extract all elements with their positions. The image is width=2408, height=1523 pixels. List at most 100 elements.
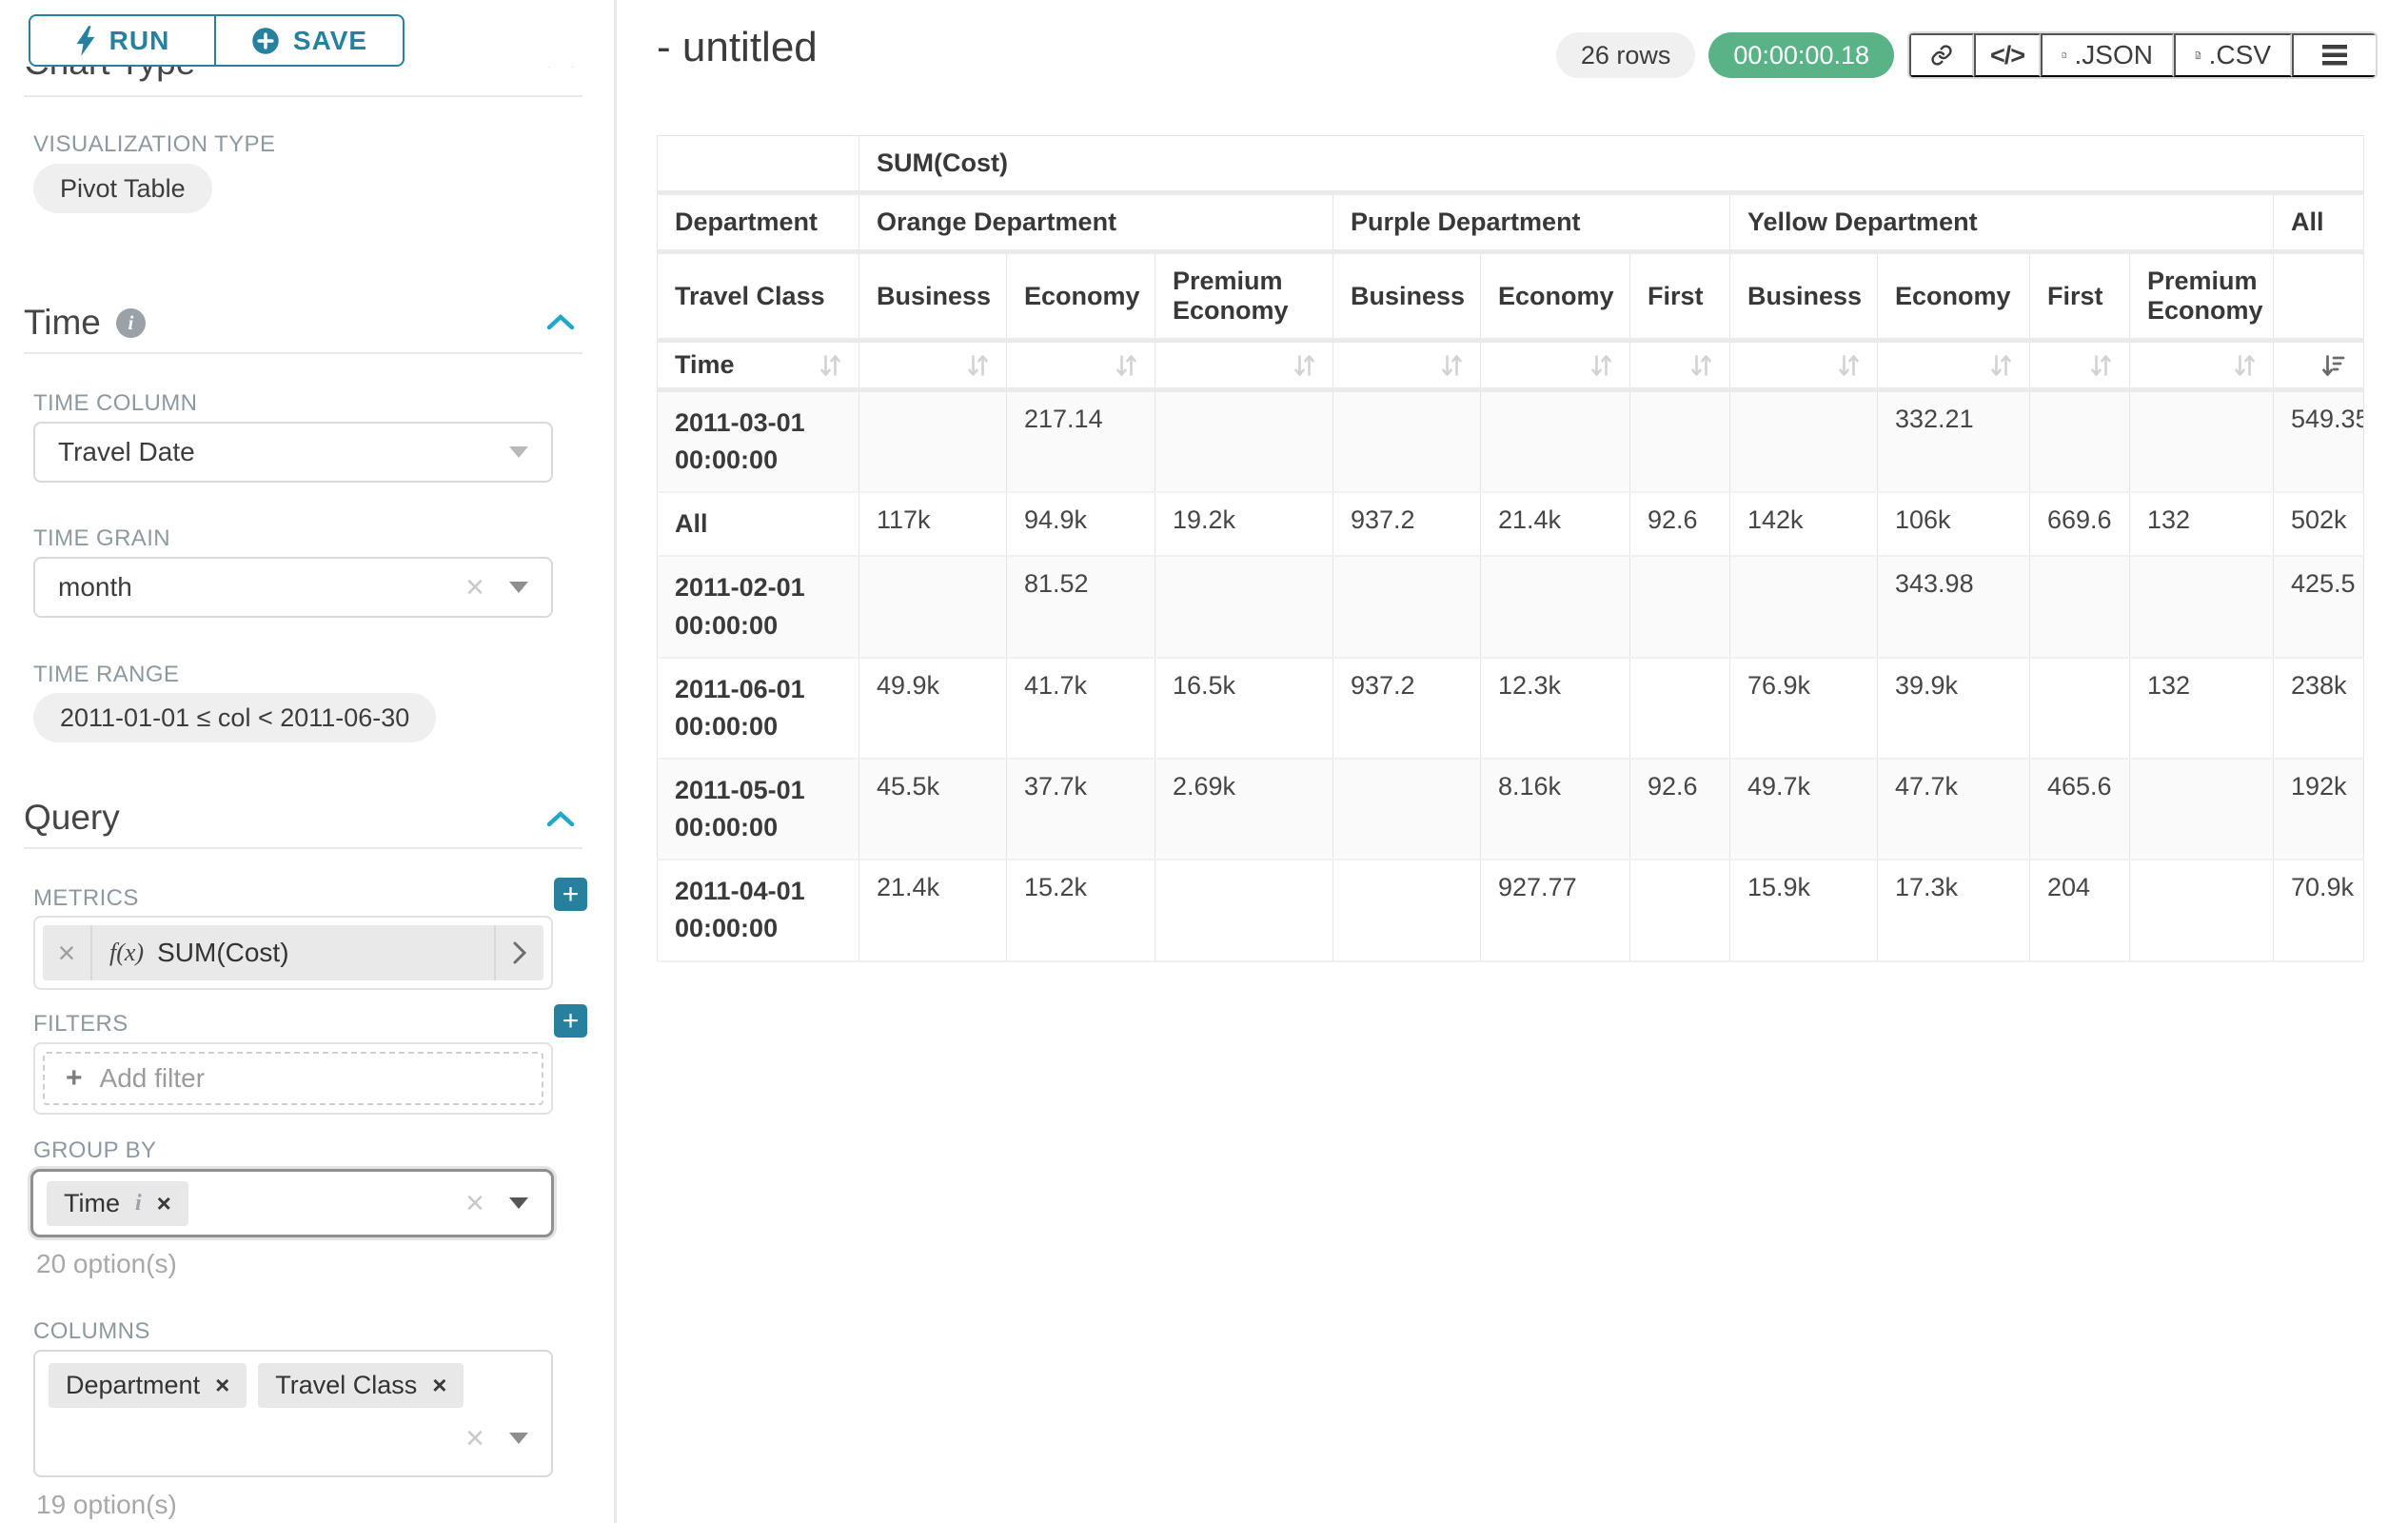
- pivot-cell: 12.3k: [1481, 658, 1630, 759]
- pivot-cell: [1630, 556, 1730, 657]
- info-icon: i: [135, 1191, 142, 1216]
- caret-down-icon: [509, 1197, 528, 1209]
- remove-icon[interactable]: ×: [43, 925, 92, 980]
- sort-icon[interactable]: [1115, 352, 1137, 379]
- view-query-button[interactable]: </>: [1974, 33, 2041, 77]
- visualization-type-value[interactable]: Pivot Table: [33, 164, 212, 213]
- menu-icon: [2320, 43, 2349, 68]
- save-button[interactable]: SAVE: [215, 14, 405, 67]
- add-metric-button[interactable]: +: [554, 878, 587, 911]
- pivot-cell: 549.35: [2274, 390, 2364, 493]
- chevron-up-icon[interactable]: [545, 312, 576, 331]
- export-csv-button[interactable]: .CSV: [2174, 33, 2292, 77]
- pivot-cell: 92.6: [1630, 492, 1730, 556]
- link-icon: [1930, 40, 1953, 70]
- pivot-table: SUM(Cost)DepartmentOrange DepartmentPurp…: [657, 135, 2364, 962]
- table-row: 2011-04-0100:00:0021.4k15.2k927.7715.9k1…: [658, 860, 2364, 960]
- sort-desc-icon[interactable]: [2321, 352, 2346, 379]
- remove-icon[interactable]: ×: [432, 1371, 446, 1400]
- pivot-cell: [1630, 860, 1730, 960]
- run-button[interactable]: RUN: [29, 14, 215, 67]
- row-label: 2011-04-0100:00:00: [658, 860, 859, 960]
- remove-icon[interactable]: ×: [157, 1189, 171, 1218]
- sort-icon[interactable]: [819, 352, 841, 379]
- pivot-cell: 15.2k: [1007, 860, 1155, 960]
- row-dimension-header: Time: [658, 341, 859, 390]
- export-json-button[interactable]: .JSON: [2041, 33, 2174, 77]
- metrics-label: METRICS: [33, 885, 139, 912]
- metric-chip[interactable]: × f(x) SUM(Cost): [43, 925, 543, 980]
- row-label: 2011-02-0100:00:00: [658, 556, 859, 657]
- pivot-cell: [859, 390, 1007, 493]
- pivot-cell: [2130, 390, 2274, 493]
- sort-icon[interactable]: [2234, 352, 2256, 379]
- sort-icon[interactable]: [1441, 352, 1463, 379]
- corner-cell: [658, 136, 859, 193]
- pivot-cell: 41.7k: [1007, 658, 1155, 759]
- pivot-cell: [1333, 860, 1481, 960]
- table-row: 2011-02-0100:00:0081.52343.98425.5: [658, 556, 2364, 657]
- sort-icon[interactable]: [1690, 352, 1712, 379]
- pivot-cell: 117k: [859, 492, 1007, 556]
- table-row: 2011-05-0100:00:0045.5k37.7k2.69k8.16k92…: [658, 759, 2364, 860]
- group-by-select[interactable]: Time i × ×: [30, 1169, 554, 1237]
- group-by-tag[interactable]: Time i ×: [47, 1181, 188, 1226]
- clear-icon[interactable]: ×: [465, 1187, 484, 1219]
- clear-icon[interactable]: ×: [465, 1422, 484, 1454]
- row-label: 2011-06-0100:00:00: [658, 658, 859, 759]
- department-group-header: Purple Department: [1333, 193, 1730, 252]
- sort-icon[interactable]: [1838, 352, 1860, 379]
- sort-header: [2130, 341, 2274, 390]
- caret-down-icon: [509, 446, 528, 458]
- pivot-cell: [2130, 759, 2274, 860]
- sort-header: [1878, 341, 2030, 390]
- sort-header: [1333, 341, 1481, 390]
- time-column-select[interactable]: Travel Date: [33, 422, 553, 483]
- row-label: All: [658, 492, 859, 556]
- time-grain-select[interactable]: month ×: [33, 557, 553, 618]
- columns-tag[interactable]: Travel Class ×: [258, 1363, 464, 1408]
- caret-right-icon[interactable]: [494, 925, 543, 980]
- metrics-box: × f(x) SUM(Cost): [33, 916, 553, 990]
- add-filter-button[interactable]: +: [554, 1004, 587, 1038]
- columns-tag[interactable]: Department ×: [49, 1363, 247, 1408]
- pivot-cell: 425.5: [2274, 556, 2364, 657]
- sort-icon[interactable]: [2090, 352, 2112, 379]
- group-by-options-hint: 20 option(s): [36, 1249, 177, 1279]
- chart-panel: - untitled 26 rows 00:00:00.18 </>: [620, 0, 2408, 1523]
- export-csv-label: .CSV: [2209, 40, 2271, 70]
- pivot-cell: 204: [2030, 860, 2130, 960]
- pivot-cell: 2.69k: [1155, 759, 1333, 860]
- menu-button[interactable]: [2292, 33, 2376, 77]
- sort-header: [1155, 341, 1333, 390]
- pivot-cell: [1730, 556, 1878, 657]
- fx-icon: f(x): [109, 939, 144, 967]
- pivot-cell: 92.6: [1630, 759, 1730, 860]
- pivot-cell: 47.7k: [1878, 759, 2030, 860]
- sort-icon[interactable]: [967, 352, 989, 379]
- pivot-cell: [2130, 860, 2274, 960]
- control-panel: Chart Type RUN SAVE VISUALIZATION TYPE P…: [0, 0, 617, 1523]
- time-range-value[interactable]: 2011-01-01 ≤ col < 2011-06-30: [33, 693, 436, 742]
- remove-icon[interactable]: ×: [215, 1371, 229, 1400]
- sidebar-sticky-header: RUN SAVE: [0, 0, 614, 67]
- chevron-up-icon[interactable]: [545, 809, 576, 828]
- col-dimension-label: Department: [658, 193, 859, 252]
- sort-icon[interactable]: [1990, 352, 2012, 379]
- columns-select[interactable]: Department × Travel Class × ×: [33, 1350, 553, 1477]
- pivot-cell: 937.2: [1333, 492, 1481, 556]
- sort-icon[interactable]: [1293, 352, 1315, 379]
- pivot-cell: 669.6: [2030, 492, 2130, 556]
- pivot-cell: [1155, 556, 1333, 657]
- travel-class-header: Premium Economy: [1155, 252, 1333, 341]
- pivot-cell: 332.21: [1878, 390, 2030, 493]
- chart-title[interactable]: - untitled: [657, 24, 818, 71]
- sort-header: [1630, 341, 1730, 390]
- share-link-button[interactable]: [1909, 33, 1974, 77]
- pivot-cell: 142k: [1730, 492, 1878, 556]
- info-icon[interactable]: i: [116, 308, 146, 338]
- pivot-cell: 37.7k: [1007, 759, 1155, 860]
- add-filter-row[interactable]: + Add filter: [43, 1052, 543, 1105]
- clear-icon[interactable]: ×: [465, 571, 484, 603]
- sort-icon[interactable]: [1590, 352, 1612, 379]
